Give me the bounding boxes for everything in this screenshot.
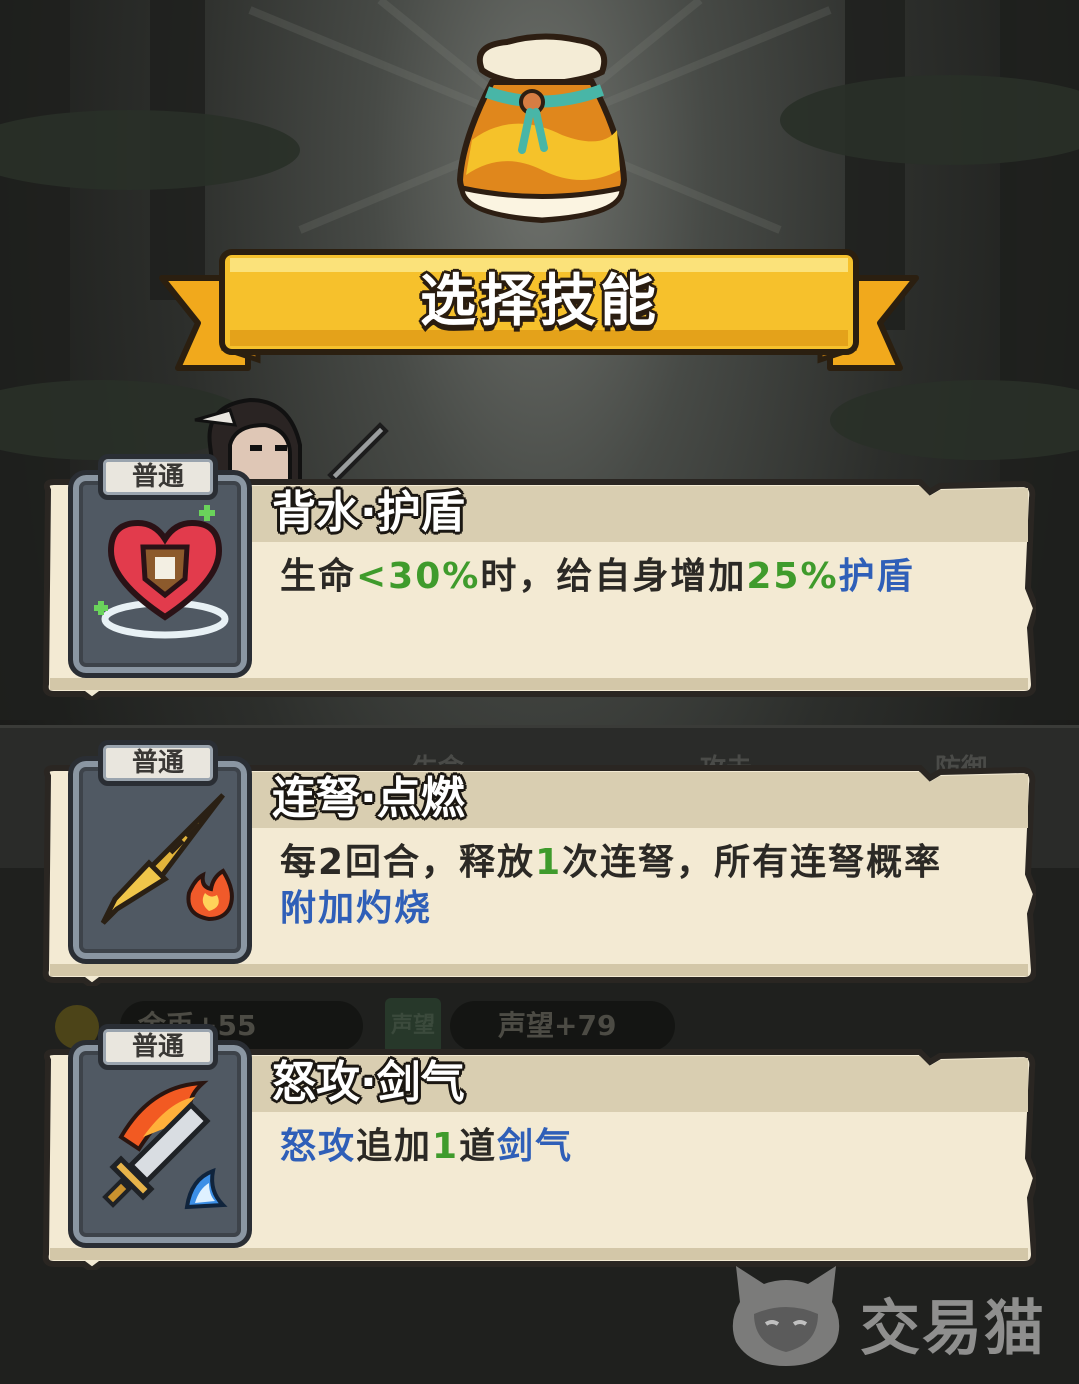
skill-description: 生命<30%时，给自身增加25%护盾: [280, 554, 1000, 600]
desc-segment: 次连弩，所有连弩概率: [562, 842, 943, 883]
desc-segment: 1: [535, 842, 563, 883]
desc-segment: 剑气: [497, 1126, 574, 1167]
skill-card-3[interactable]: 普通 怒攻·剑气 怒攻追加1道剑气: [40, 1024, 1036, 1270]
desc-segment: 护盾: [838, 556, 915, 597]
skill-description: 怒攻追加1道剑气: [280, 1124, 1000, 1170]
skill-name: 连弩·点燃: [272, 773, 465, 824]
flaming-sword-icon: [102, 1080, 228, 1210]
skill-icon-frame: [68, 470, 252, 678]
watermark-text: 交易猫: [860, 1294, 1046, 1364]
reward-fame: 声望+79: [450, 1001, 675, 1051]
desc-segment: 25%: [746, 556, 839, 597]
desc-segment: 追加: [356, 1126, 433, 1167]
desc-segment: 道: [459, 1126, 498, 1167]
fame-badge-icon: 声望: [385, 998, 441, 1054]
watermark: 交易猫: [726, 1262, 1066, 1372]
skill-icon-frame: [68, 1040, 252, 1248]
rarity-badge: 普通: [98, 1024, 218, 1070]
heart-shield-icon: [94, 505, 229, 639]
skill-icon-frame: [68, 756, 252, 964]
desc-segment: 怒攻: [280, 1126, 357, 1167]
desc-segment: 附加灼烧: [280, 888, 433, 929]
skill-description: 每2回合，释放1次连弩，所有连弩概率附加灼烧: [280, 840, 1000, 932]
rarity-badge: 普通: [98, 740, 218, 786]
desc-segment: 每2回合，释放: [280, 842, 536, 883]
desc-segment: 1: [432, 1126, 460, 1167]
rarity-badge: 普通: [98, 454, 218, 500]
skill-name: 怒攻·剑气: [272, 1057, 465, 1108]
desc-segment: 生命: [280, 556, 357, 597]
skill-card-1[interactable]: 普通 背水·护盾 生命<30%时，给自身增加25%护盾: [40, 454, 1036, 700]
desc-segment: 时，给自身增加: [480, 556, 747, 597]
page-title: 选择技能: [420, 269, 660, 334]
desc-segment: <30%: [356, 556, 481, 597]
skill-card-2[interactable]: 普通 连弩·点燃 每2回合，释放1次连弩，所有连弩概率附加灼烧: [40, 740, 1036, 986]
flaming-bolt-icon: [100, 793, 234, 925]
skill-name: 背水·护盾: [272, 487, 465, 538]
loot-bag-icon: [456, 33, 628, 224]
cat-logo-icon: [732, 1266, 840, 1366]
